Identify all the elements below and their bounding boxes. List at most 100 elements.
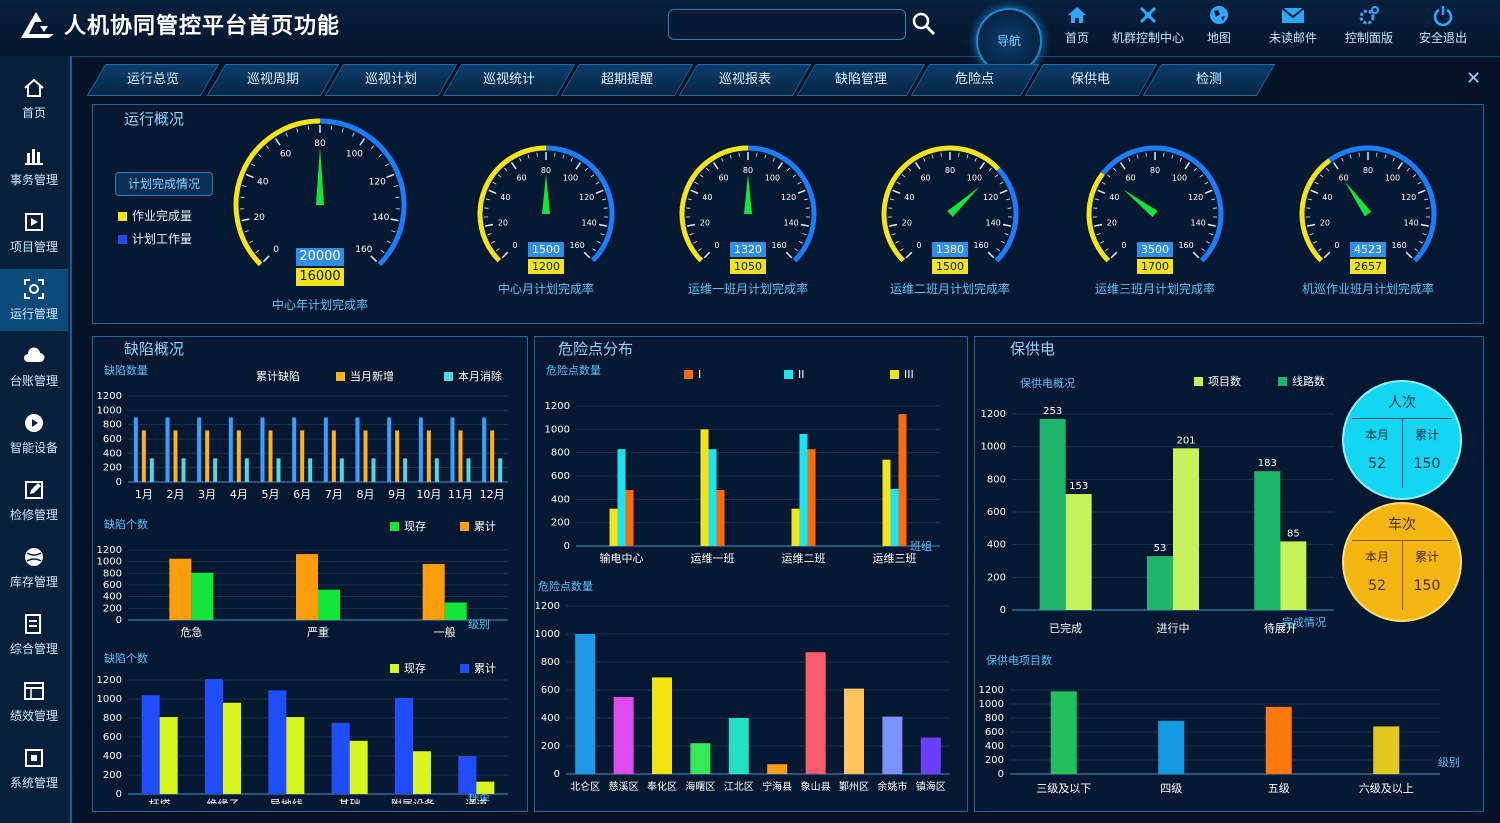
- search-icon[interactable]: [910, 10, 938, 38]
- gauge-tick: [255, 249, 260, 253]
- sidebar-item-4[interactable]: 台账管理: [0, 336, 68, 398]
- gauge-tick: [1101, 181, 1106, 185]
- gauge-tick-label: 60: [920, 173, 930, 182]
- sidebar-item-5[interactable]: 智能设备: [0, 403, 68, 465]
- top-nav-map[interactable]: 地图: [1184, 4, 1254, 46]
- gauge-tick-label: 0: [273, 245, 279, 255]
- sidebar-item-10[interactable]: 系统管理: [0, 738, 68, 800]
- gauge-label: 机巡作业班月计划完成率: [1301, 282, 1434, 296]
- top-nav-home[interactable]: 首页: [1042, 4, 1112, 46]
- x-tick-label: 五级: [1268, 782, 1290, 795]
- search-input[interactable]: [668, 9, 906, 40]
- gauge-tick: [1004, 233, 1009, 236]
- gauge-tick-label: 40: [702, 193, 712, 202]
- gauge-tick: [384, 163, 389, 167]
- sidebar-item-label: 系统管理: [9, 776, 58, 790]
- gauge-tick: [703, 251, 711, 259]
- gauge-tick: [595, 189, 604, 195]
- gauge-tick: [1106, 174, 1111, 178]
- sidebar-item-8[interactable]: 综合管理: [0, 604, 68, 666]
- gauge-tick: [492, 181, 497, 185]
- y-tick-label: 800: [103, 568, 122, 579]
- sidebar-item-1[interactable]: 事务管理: [0, 135, 68, 197]
- gauge-tick-label: 100: [967, 173, 982, 182]
- legend-title: 计划完成情况: [115, 172, 213, 196]
- sidebar-item-9[interactable]: 绩效管理: [0, 671, 68, 733]
- gauge-tick-label: 80: [945, 166, 955, 175]
- bar: [898, 414, 907, 546]
- gauge-tick: [1314, 181, 1319, 185]
- danger-chart-region: 1200 1000 800 600 400 200 0 危险点数量北仑区 慈溪区 奉化区 海曙区 江北…: [536, 579, 950, 793]
- x-tick-label: 输电中心: [600, 551, 644, 565]
- tab-5[interactable]: 巡视报表: [678, 64, 812, 96]
- tab-1[interactable]: 巡视周期: [206, 64, 340, 96]
- tab-bar: 运行总览 巡视周期 巡视计划 巡视统计 超期提醒 巡视报表 缺陷管理 危险点 保供电 检测: [82, 64, 1494, 96]
- data-label: 53: [1154, 543, 1167, 554]
- gauge-label: 运维三班月计划完成率: [1094, 282, 1215, 296]
- gauge-tick: [501, 251, 509, 259]
- sidebar-item-label: 运行管理: [9, 307, 58, 321]
- tab-6[interactable]: 缺陷管理: [796, 64, 926, 96]
- data-label: 85: [1287, 528, 1300, 539]
- gauge-tick: [497, 174, 502, 178]
- bar: [133, 417, 138, 482]
- danger-chart-team: 1200 1000 800 600 400 200 0 危险点数量班组输电中心 运维一班 运维二班…: [545, 363, 940, 565]
- gauge-needle: [316, 147, 324, 205]
- gauge-tick-label: 120: [1401, 193, 1416, 202]
- chart-axis-right-label: 级别: [468, 618, 490, 631]
- x-tick-label: 附属设备: [391, 797, 435, 804]
- y-tick-label: 1000: [979, 699, 1004, 710]
- gauge-tick: [1417, 189, 1426, 195]
- gauge-done-value: 2657: [1350, 259, 1386, 274]
- gauge-tick: [905, 251, 913, 259]
- gauge-tick: [386, 240, 391, 244]
- sidebar-item-2[interactable]: 项目管理: [0, 202, 68, 264]
- sidebar-item-6[interactable]: 检修管理: [0, 470, 68, 532]
- danger-title: 危险点分布: [558, 340, 634, 358]
- bar: [296, 554, 318, 620]
- y-tick-label: 1000: [97, 694, 122, 705]
- y-tick-label: 1000: [536, 629, 560, 640]
- bar: [205, 679, 223, 794]
- bar: [223, 702, 241, 794]
- gauge-tick: [699, 174, 704, 178]
- x-tick-label: 北仑区: [570, 780, 600, 793]
- gauge-tick-label: 0: [512, 241, 517, 250]
- gauge-tick: [1414, 248, 1419, 252]
- gauge-tick-label: 40: [500, 193, 510, 202]
- tab-2[interactable]: 巡视计划: [324, 64, 458, 96]
- gauge-tick-label: 160: [355, 245, 372, 255]
- top-nav-mail[interactable]: 未读邮件: [1258, 4, 1328, 46]
- sidebar-item-0[interactable]: 首页: [0, 68, 68, 130]
- y-tick-label: 1000: [545, 424, 570, 435]
- gauge-tick: [296, 128, 299, 133]
- bar: [387, 417, 392, 482]
- gauge-tick: [690, 189, 699, 195]
- top-nav-control-panel[interactable]: 控制面版: [1334, 4, 1404, 46]
- tab-3[interactable]: 巡视统计: [442, 64, 576, 96]
- chart-axis-right-label: 班组: [910, 539, 932, 553]
- sidebar-item-7[interactable]: 库存管理: [0, 537, 68, 599]
- tab-7[interactable]: 危险点: [910, 64, 1040, 96]
- sidebar-item-3[interactable]: 运行管理: [0, 269, 68, 331]
- gauge-tick-label: 80: [743, 166, 753, 175]
- y-tick-label: 800: [985, 713, 1004, 724]
- tab-4[interactable]: 超期提醒: [560, 64, 694, 96]
- x-tick-label: 6月: [293, 488, 311, 501]
- gauge-tick: [1100, 240, 1105, 244]
- play-circle-icon: [25, 414, 43, 432]
- top-nav-drone-center[interactable]: 机群控制中心: [1110, 4, 1186, 46]
- legend-swatch: [444, 372, 453, 381]
- top-nav-logout[interactable]: 安全退出: [1408, 4, 1478, 46]
- close-icon[interactable]: ✕: [1466, 70, 1484, 88]
- bar: [1265, 706, 1292, 774]
- tab-0[interactable]: 运行总览: [86, 64, 220, 96]
- gauge-tick: [1422, 233, 1427, 236]
- overview-title: 运行概况: [124, 110, 185, 128]
- chart-ylabel: 保供电概况: [1020, 376, 1075, 390]
- tab-8[interactable]: 保供电: [1024, 64, 1158, 96]
- home-icon: [24, 78, 44, 97]
- x-tick-label: 奉化区: [647, 780, 677, 793]
- chart-ylabel: 危险点数量: [546, 363, 601, 377]
- tab-9[interactable]: 检测: [1142, 64, 1276, 96]
